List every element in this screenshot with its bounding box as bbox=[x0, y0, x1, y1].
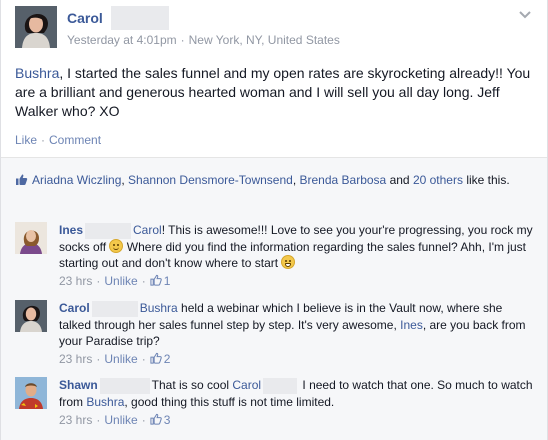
comment-author[interactable]: Carol bbox=[59, 301, 90, 315]
redacted-surname bbox=[91, 300, 138, 317]
redacted-surname bbox=[263, 377, 298, 394]
comment-author[interactable]: Ines bbox=[59, 223, 83, 237]
comment-time[interactable]: 23 hrs bbox=[59, 352, 92, 366]
post-timestamp[interactable]: Yesterday at 4:01pm bbox=[67, 33, 177, 47]
liker-1[interactable]: Ariadna Wiczling bbox=[32, 173, 121, 187]
grin-emoji-icon bbox=[281, 254, 296, 269]
post-location[interactable]: New York, NY, United States bbox=[189, 33, 340, 47]
like-button[interactable]: Like bbox=[15, 133, 37, 147]
thumbs-up-icon bbox=[150, 352, 162, 364]
liker-2[interactable]: Shannon Densmore-Townsend bbox=[128, 173, 293, 187]
post-meta: Yesterday at 4:01pm · New York, NY, United… bbox=[67, 33, 340, 47]
commenter-avatar[interactable] bbox=[15, 300, 47, 332]
post-mention[interactable]: Bushra bbox=[15, 65, 59, 81]
comment-button[interactable]: Comment bbox=[49, 133, 101, 147]
comment-like-count[interactable]: 2 bbox=[164, 352, 171, 366]
comment-mention-2[interactable]: Bushra bbox=[86, 395, 124, 409]
post-author-name[interactable]: Carol bbox=[67, 10, 103, 26]
post-body: Bushra, I started the sales funnel and m… bbox=[15, 64, 535, 121]
comment-mention[interactable]: Bushra bbox=[140, 301, 178, 315]
comment-time[interactable]: 23 hrs bbox=[59, 413, 92, 427]
liker-3[interactable]: Brenda Barbosa bbox=[299, 173, 386, 187]
comment-like-count[interactable]: 1 bbox=[164, 274, 171, 288]
likes-summary: Ariadna Wiczling, Shannon Densmore-Towns… bbox=[1, 158, 547, 210]
commenter-avatar[interactable] bbox=[15, 222, 47, 254]
comment-mention-2[interactable]: Ines bbox=[400, 318, 423, 332]
post-card: Carol Yesterday at 4:01pm · New York, NY, … bbox=[0, 0, 548, 440]
redacted-surname bbox=[85, 222, 132, 239]
redacted-surname bbox=[111, 6, 169, 30]
thumbs-up-icon bbox=[150, 413, 162, 425]
post-header: Carol Yesterday at 4:01pm · New York, NY, … bbox=[15, 6, 537, 56]
comment-mention[interactable]: Carol bbox=[133, 223, 162, 237]
comment-text: That is so cool bbox=[151, 378, 233, 392]
unlike-button[interactable]: Unlike bbox=[104, 413, 137, 427]
comment-list: Ines Carol! This is awesome!!! Love to se… bbox=[1, 210, 547, 440]
thumbs-up-icon bbox=[16, 174, 28, 185]
likes-others-link[interactable]: 20 others bbox=[413, 173, 463, 187]
post-actions: Like · Comment bbox=[15, 133, 102, 147]
comment-mention[interactable]: Carol bbox=[232, 378, 261, 392]
likes-suffix: like this. bbox=[466, 173, 510, 187]
comment-text-end: , good thing this stuff is not time limi… bbox=[124, 394, 335, 409]
unlike-button[interactable]: Unlike bbox=[104, 352, 137, 366]
thumbs-up-icon bbox=[150, 274, 162, 286]
likes-and: and bbox=[389, 173, 410, 187]
unlike-button[interactable]: Unlike bbox=[104, 274, 137, 288]
author-avatar[interactable] bbox=[15, 6, 57, 48]
comment-time[interactable]: 23 hrs bbox=[59, 274, 92, 288]
smile-emoji-icon bbox=[109, 238, 124, 253]
chevron-down-icon[interactable] bbox=[517, 6, 533, 22]
redacted-surname bbox=[99, 377, 150, 394]
comment-author[interactable]: Shawn bbox=[59, 378, 98, 392]
post-text: , I started the sales funnel and my open… bbox=[15, 65, 531, 119]
commenter-avatar[interactable] bbox=[15, 377, 47, 409]
comment-like-count[interactable]: 3 bbox=[164, 413, 171, 427]
